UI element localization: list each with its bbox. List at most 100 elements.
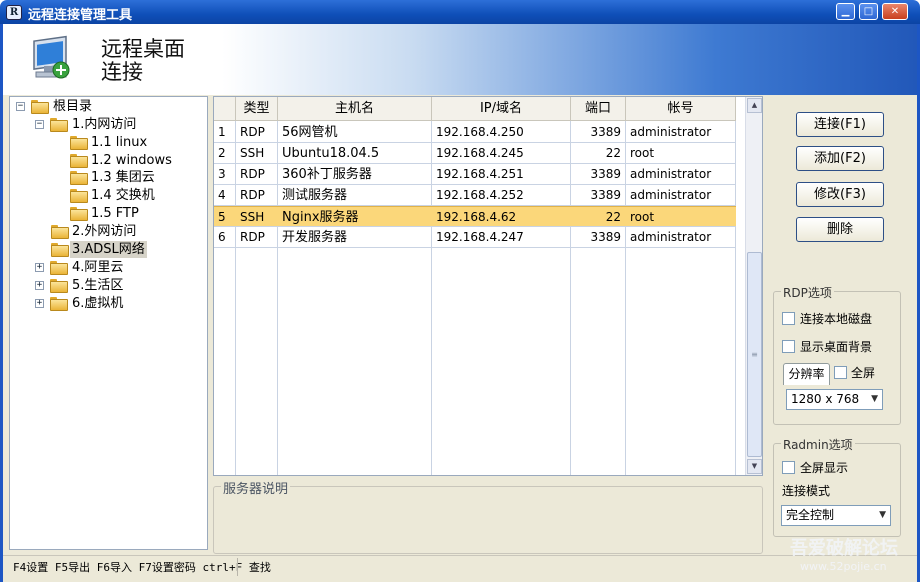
cell-ip: 192.168.4.62 bbox=[436, 210, 517, 224]
tree-item-label: 4.阿里云 bbox=[72, 260, 124, 275]
column-header-port[interactable]: 端口 bbox=[571, 97, 626, 121]
tree-item-label: 1.5 FTP bbox=[91, 206, 139, 221]
edit-button[interactable]: 修改(F3) bbox=[796, 182, 884, 207]
window-title: 远程连接管理工具 bbox=[28, 8, 133, 23]
folder-tree[interactable]: − 根目录 − 1.内网访问 1.1 linux 1.2 windows 1.3… bbox=[9, 96, 208, 550]
banner-title-line1: 远程桌面 bbox=[101, 37, 185, 61]
watermark-url: www.52pojie.cn bbox=[800, 560, 887, 573]
resolution-select[interactable]: 1280 x 768 ▼ bbox=[786, 389, 883, 410]
table-row[interactable]: 6 RDP 开发服务器 192.168.4.247 3389 administrator bbox=[214, 227, 736, 248]
table-row[interactable]: 3 RDP 360补丁服务器 192.168.4.251 3389 administrat… bbox=[214, 164, 736, 185]
folder-icon bbox=[51, 225, 69, 239]
chevron-down-icon[interactable]: ▼ bbox=[871, 390, 878, 409]
radmin-fullscreen-label: 全屏显示 bbox=[800, 461, 849, 475]
cell-port: 3389 bbox=[590, 230, 621, 244]
cell-account: root bbox=[630, 210, 655, 224]
expand-icon[interactable]: + bbox=[35, 263, 44, 272]
connect-mode-select[interactable]: 完全控制 ▼ bbox=[781, 505, 891, 526]
tree-item-label: 2.外网访问 bbox=[72, 224, 137, 239]
delete-button[interactable]: 删除 bbox=[796, 217, 884, 242]
title-bar[interactable] bbox=[0, 0, 920, 24]
cell-num: 2 bbox=[218, 146, 226, 160]
folder-open-icon bbox=[31, 100, 49, 114]
cell-ip: 192.168.4.250 bbox=[436, 125, 524, 139]
close-button[interactable]: ✕ bbox=[882, 3, 908, 20]
radmin-options-label: Radmin选项 bbox=[781, 436, 855, 453]
minimize-button[interactable]: ▁ bbox=[836, 3, 855, 20]
tree-item-label: 根目录 bbox=[53, 99, 93, 114]
tab-resolution[interactable]: 分辨率 bbox=[783, 363, 830, 385]
fullscreen-checkbox[interactable] bbox=[834, 366, 847, 379]
resolution-value: 1280 x 768 bbox=[791, 392, 860, 406]
show-background-label: 显示桌面背景 bbox=[800, 340, 873, 354]
tree-item-label: 6.虚拟机 bbox=[72, 296, 124, 311]
column-header-ip[interactable]: IP/域名 bbox=[432, 97, 571, 121]
folder-icon bbox=[70, 189, 88, 203]
tree-item-label: 1.内网访问 bbox=[72, 117, 137, 132]
scroll-up-icon[interactable]: ▲ bbox=[747, 98, 762, 113]
local-disk-checkbox[interactable] bbox=[782, 312, 795, 325]
expand-icon[interactable]: + bbox=[35, 281, 44, 290]
tree-item-label: 5.生活区 bbox=[72, 278, 124, 293]
cell-host: Nginx服务器 bbox=[282, 210, 359, 225]
local-disk-label: 连接本地磁盘 bbox=[800, 312, 873, 326]
cell-type: SSH bbox=[240, 210, 265, 224]
vertical-scrollbar[interactable]: ▲ ≡ ▼ bbox=[745, 97, 762, 475]
cell-host: 360补丁服务器 bbox=[282, 167, 372, 182]
table-row[interactable]: 2 SSH Ubuntu18.04.5 192.168.4.245 22 root bbox=[214, 143, 736, 164]
cell-port: 22 bbox=[605, 210, 621, 224]
cell-ip: 192.168.4.251 bbox=[436, 167, 524, 181]
cell-type: RDP bbox=[240, 188, 265, 202]
cell-account: administrator bbox=[630, 188, 712, 202]
cell-num: 1 bbox=[218, 125, 226, 139]
server-description-label: 服务器说明 bbox=[221, 478, 291, 497]
chevron-down-icon[interactable]: ▼ bbox=[879, 506, 886, 525]
column-header-host[interactable]: 主机名 bbox=[278, 97, 432, 121]
folder-icon bbox=[70, 154, 88, 168]
cell-port: 22 bbox=[605, 146, 621, 160]
fullscreen-label: 全屏 bbox=[851, 366, 876, 380]
banner: 远程桌面 连接 bbox=[3, 24, 917, 95]
connect-button[interactable]: 连接(F1) bbox=[796, 112, 884, 137]
cell-host: Ubuntu18.04.5 bbox=[282, 146, 380, 161]
shortcut-hints: F4设置 F5导出 F6导入 F7设置密码 ctrl+F 查找 bbox=[13, 561, 271, 574]
cell-account: administrator bbox=[630, 167, 712, 181]
table-row[interactable]: 4 RDP 测试服务器 192.168.4.252 3389 administrator bbox=[214, 185, 736, 206]
cell-ip: 192.168.4.252 bbox=[436, 188, 524, 202]
cell-ip: 192.168.4.245 bbox=[436, 146, 524, 160]
status-divider bbox=[237, 558, 238, 576]
show-background-checkbox[interactable] bbox=[782, 340, 795, 353]
cell-host: 56网管机 bbox=[282, 125, 338, 140]
expand-icon[interactable]: + bbox=[35, 299, 44, 308]
cell-num: 5 bbox=[218, 210, 226, 224]
cell-port: 3389 bbox=[590, 188, 621, 202]
column-header-account[interactable]: 帐号 bbox=[626, 97, 736, 121]
watermark-title: 吾爱破解论坛 bbox=[790, 538, 898, 559]
collapse-icon[interactable]: − bbox=[16, 102, 25, 111]
cell-port: 3389 bbox=[590, 125, 621, 139]
folder-icon bbox=[51, 243, 69, 257]
collapse-icon[interactable]: − bbox=[35, 120, 44, 129]
add-button[interactable]: 添加(F2) bbox=[796, 146, 884, 171]
cell-port: 3389 bbox=[590, 167, 621, 181]
rdp-options-label: RDP选项 bbox=[781, 284, 834, 301]
column-header-type[interactable]: 类型 bbox=[236, 97, 278, 121]
scroll-thumb[interactable]: ≡ bbox=[747, 252, 762, 457]
tree-item-label: 1.3 集团云 bbox=[91, 170, 155, 185]
folder-icon bbox=[50, 279, 68, 293]
maximize-button[interactable]: □ bbox=[859, 3, 878, 20]
table-row[interactable]: 1 RDP 56网管机 192.168.4.250 3389 administrator bbox=[214, 122, 736, 143]
scroll-down-icon[interactable]: ▼ bbox=[747, 459, 762, 474]
folder-open-icon bbox=[50, 118, 68, 132]
folder-icon bbox=[70, 171, 88, 185]
server-table[interactable]: 类型 主机名 IP/域名 端口 帐号 1 RDP 56网管机 192.168.4.25… bbox=[213, 96, 763, 476]
column-header-index[interactable] bbox=[214, 97, 236, 121]
cell-type: SSH bbox=[240, 146, 265, 160]
connect-mode-value: 完全控制 bbox=[786, 508, 835, 522]
folder-icon bbox=[50, 261, 68, 275]
remote-desktop-icon bbox=[33, 35, 70, 79]
table-row[interactable]: 5 SSH Nginx服务器 192.168.4.62 22 root bbox=[214, 206, 736, 227]
app-icon[interactable]: R bbox=[6, 5, 22, 20]
server-description-box[interactable] bbox=[213, 486, 763, 554]
radmin-fullscreen-checkbox[interactable] bbox=[782, 461, 795, 474]
